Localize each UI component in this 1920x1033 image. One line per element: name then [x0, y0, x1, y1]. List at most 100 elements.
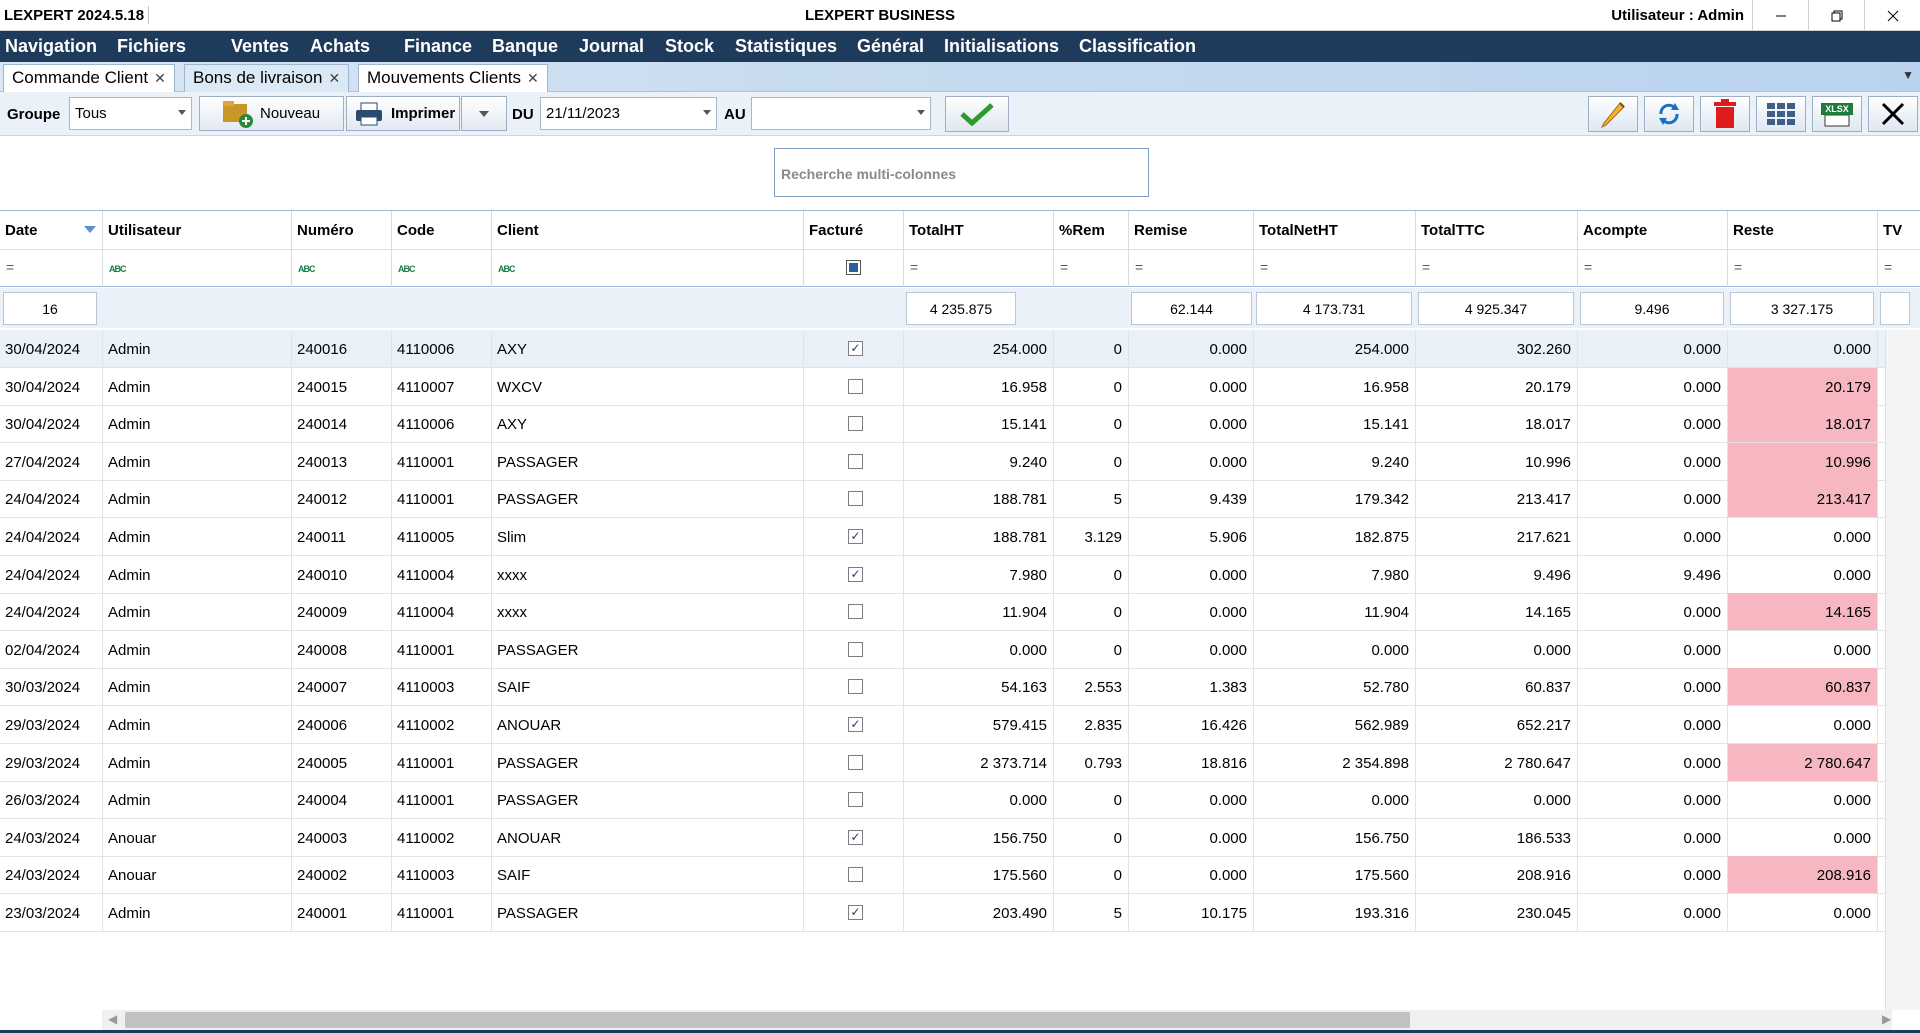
- checkbox-checked-icon[interactable]: ✓: [848, 717, 863, 732]
- tab-commande-client[interactable]: Commande Client ✕: [3, 64, 175, 92]
- tab-bons-de-livraison[interactable]: Bons de livraison ✕: [184, 64, 350, 92]
- filter-reste[interactable]: =: [1728, 249, 1878, 287]
- cell-facture[interactable]: ✓: [804, 555, 904, 593]
- cell-facture[interactable]: [804, 781, 904, 819]
- filter-remise[interactable]: =: [1129, 249, 1254, 287]
- checkbox-unchecked-icon[interactable]: [848, 378, 863, 394]
- checkbox-checked-icon[interactable]: ✓: [848, 566, 863, 582]
- checkbox-checked-icon[interactable]: ✓: [848, 341, 863, 356]
- header-client[interactable]: Client: [492, 211, 804, 249]
- menu-general[interactable]: Général: [857, 36, 924, 57]
- table-row[interactable]: 30/04/2024 Admin 240015 4110007 WXCV 16.958 0 0…: [0, 367, 1885, 406]
- menu-banque[interactable]: Banque: [492, 36, 558, 57]
- filter-code[interactable]: ABC: [392, 249, 492, 287]
- menu-finance[interactable]: Finance: [404, 36, 472, 57]
- header-code[interactable]: Code: [392, 211, 492, 249]
- menu-initialisations[interactable]: Initialisations: [944, 36, 1059, 57]
- edit-button[interactable]: [1588, 96, 1638, 132]
- cell-facture[interactable]: [804, 480, 904, 518]
- cell-facture[interactable]: ✓: [804, 706, 904, 743]
- search-input[interactable]: Recherche multi-colonnes: [774, 148, 1149, 197]
- tab-close-icon[interactable]: ✕: [328, 70, 340, 86]
- filter-utilisateur[interactable]: ABC: [103, 249, 292, 287]
- menu-achats[interactable]: Achats: [310, 36, 370, 57]
- checkbox-unchecked-icon[interactable]: [848, 679, 863, 695]
- header-reste[interactable]: Reste: [1728, 211, 1878, 249]
- cell-facture[interactable]: [804, 668, 904, 706]
- checkbox-unchecked-icon[interactable]: [848, 491, 863, 507]
- filter-totalttc[interactable]: =: [1416, 249, 1578, 287]
- au-date-picker[interactable]: [751, 97, 931, 130]
- header-acompte[interactable]: Acompte: [1578, 211, 1728, 249]
- menu-classification[interactable]: Classification: [1079, 36, 1196, 57]
- table-row[interactable]: 29/03/2024 Admin 240005 4110001 PASSAGER 2 37…: [0, 743, 1885, 782]
- table-row[interactable]: 02/04/2024 Admin 240008 4110001 PASSAGER 0.00…: [0, 630, 1885, 669]
- header-utilisateur[interactable]: Utilisateur: [103, 211, 292, 249]
- header-numero[interactable]: Numéro: [292, 211, 392, 249]
- header-rem[interactable]: %Rem: [1054, 211, 1129, 249]
- table-row[interactable]: 24/04/2024 Admin 240009 4110004 xxxx 11.904 0 0…: [0, 593, 1885, 632]
- table-row[interactable]: 24/04/2024 Admin 240010 4110004 xxxx ✓ 7.980 0 0…: [0, 555, 1885, 594]
- delete-button[interactable]: [1700, 96, 1750, 132]
- checkbox-unchecked-icon[interactable]: [848, 604, 863, 620]
- filter-totalht[interactable]: =: [904, 249, 1054, 287]
- table-row[interactable]: 23/03/2024 Admin 240001 4110001 PASSAGER ✓ 203…: [0, 894, 1885, 932]
- checkbox-unchecked-icon[interactable]: [848, 792, 863, 808]
- table-row[interactable]: 27/04/2024 Admin 240013 4110001 PASSAGER 9.24…: [0, 442, 1885, 481]
- filter-date[interactable]: =: [0, 249, 103, 287]
- tab-scroll-icon[interactable]: ▼: [1902, 68, 1914, 82]
- restore-button[interactable]: [1808, 0, 1864, 31]
- cell-facture[interactable]: ✓: [804, 894, 904, 931]
- table-row[interactable]: 26/03/2024 Admin 240004 4110001 PASSAGER 0.00…: [0, 781, 1885, 820]
- table-row[interactable]: 24/04/2024 Admin 240011 4110005 Slim ✓ 188.781…: [0, 518, 1885, 556]
- header-tva[interactable]: TV: [1878, 211, 1920, 249]
- checkbox-unchecked-icon[interactable]: [848, 641, 863, 657]
- tab-close-icon[interactable]: ✕: [154, 70, 166, 86]
- tab-mouvements-clients[interactable]: Mouvements Clients ✕: [358, 64, 548, 92]
- menu-stock[interactable]: Stock: [665, 36, 714, 57]
- cell-facture[interactable]: [804, 856, 904, 894]
- imprimer-button[interactable]: Imprimer: [346, 96, 460, 131]
- menu-navigation[interactable]: Navigation: [5, 36, 97, 57]
- filter-totalnetht[interactable]: =: [1254, 249, 1416, 287]
- menu-journal[interactable]: Journal: [579, 36, 644, 57]
- close-view-button[interactable]: [1868, 96, 1918, 132]
- table-row[interactable]: 29/03/2024 Admin 240006 4110002 ANOUAR ✓ 579.4…: [0, 706, 1885, 744]
- cell-facture[interactable]: ✓: [804, 518, 904, 555]
- filter-numero[interactable]: ABC: [292, 249, 392, 287]
- filter-facture[interactable]: [804, 249, 904, 287]
- table-row[interactable]: 24/03/2024 Anouar 240003 4110002 ANOUAR ✓ 156.…: [0, 818, 1885, 857]
- header-totalttc[interactable]: TotalTTC: [1416, 211, 1578, 249]
- scroll-left-icon[interactable]: ◀: [108, 1012, 117, 1026]
- cell-facture[interactable]: [804, 442, 904, 480]
- checkbox-checked-icon[interactable]: ✓: [848, 829, 863, 845]
- table-row[interactable]: 30/03/2024 Admin 240007 4110003 SAIF 54.163 2.…: [0, 668, 1885, 707]
- cell-facture[interactable]: ✓: [804, 818, 904, 856]
- groupe-select[interactable]: Tous: [69, 97, 192, 130]
- horizontal-scroll-thumb[interactable]: [125, 1012, 1410, 1028]
- menu-ventes[interactable]: Ventes: [231, 36, 289, 57]
- vertical-scrollbar[interactable]: [1885, 330, 1920, 1010]
- cell-facture[interactable]: [804, 593, 904, 631]
- checkbox-unchecked-icon[interactable]: [848, 867, 863, 883]
- filter-acompte[interactable]: =: [1578, 249, 1728, 287]
- cell-facture[interactable]: [804, 367, 904, 405]
- scroll-right-icon[interactable]: ▶: [1882, 1012, 1891, 1026]
- window-close-button[interactable]: [1864, 0, 1920, 31]
- header-remise[interactable]: Remise: [1129, 211, 1254, 249]
- columns-button[interactable]: [1756, 96, 1806, 132]
- nouveau-button[interactable]: Nouveau: [199, 96, 344, 131]
- du-date-picker[interactable]: 21/11/2023: [540, 97, 717, 130]
- menu-statistiques[interactable]: Statistiques: [735, 36, 837, 57]
- checkbox-checked-icon[interactable]: ✓: [848, 529, 863, 544]
- cell-facture[interactable]: [804, 743, 904, 781]
- export-xlsx-button[interactable]: XLSX: [1812, 96, 1862, 132]
- refresh-button[interactable]: [1644, 96, 1694, 132]
- table-row[interactable]: 30/04/2024 Admin 240014 4110006 AXY 15.141 0 0.…: [0, 405, 1885, 444]
- header-facture[interactable]: Facturé: [804, 211, 904, 249]
- checkbox-unchecked-icon[interactable]: [848, 416, 863, 432]
- checkbox-checked-icon[interactable]: ✓: [848, 905, 863, 920]
- checkbox-unchecked-icon[interactable]: [848, 754, 863, 770]
- header-totalht[interactable]: TotalHT: [904, 211, 1054, 249]
- menu-fichiers[interactable]: Fichiers: [117, 36, 186, 57]
